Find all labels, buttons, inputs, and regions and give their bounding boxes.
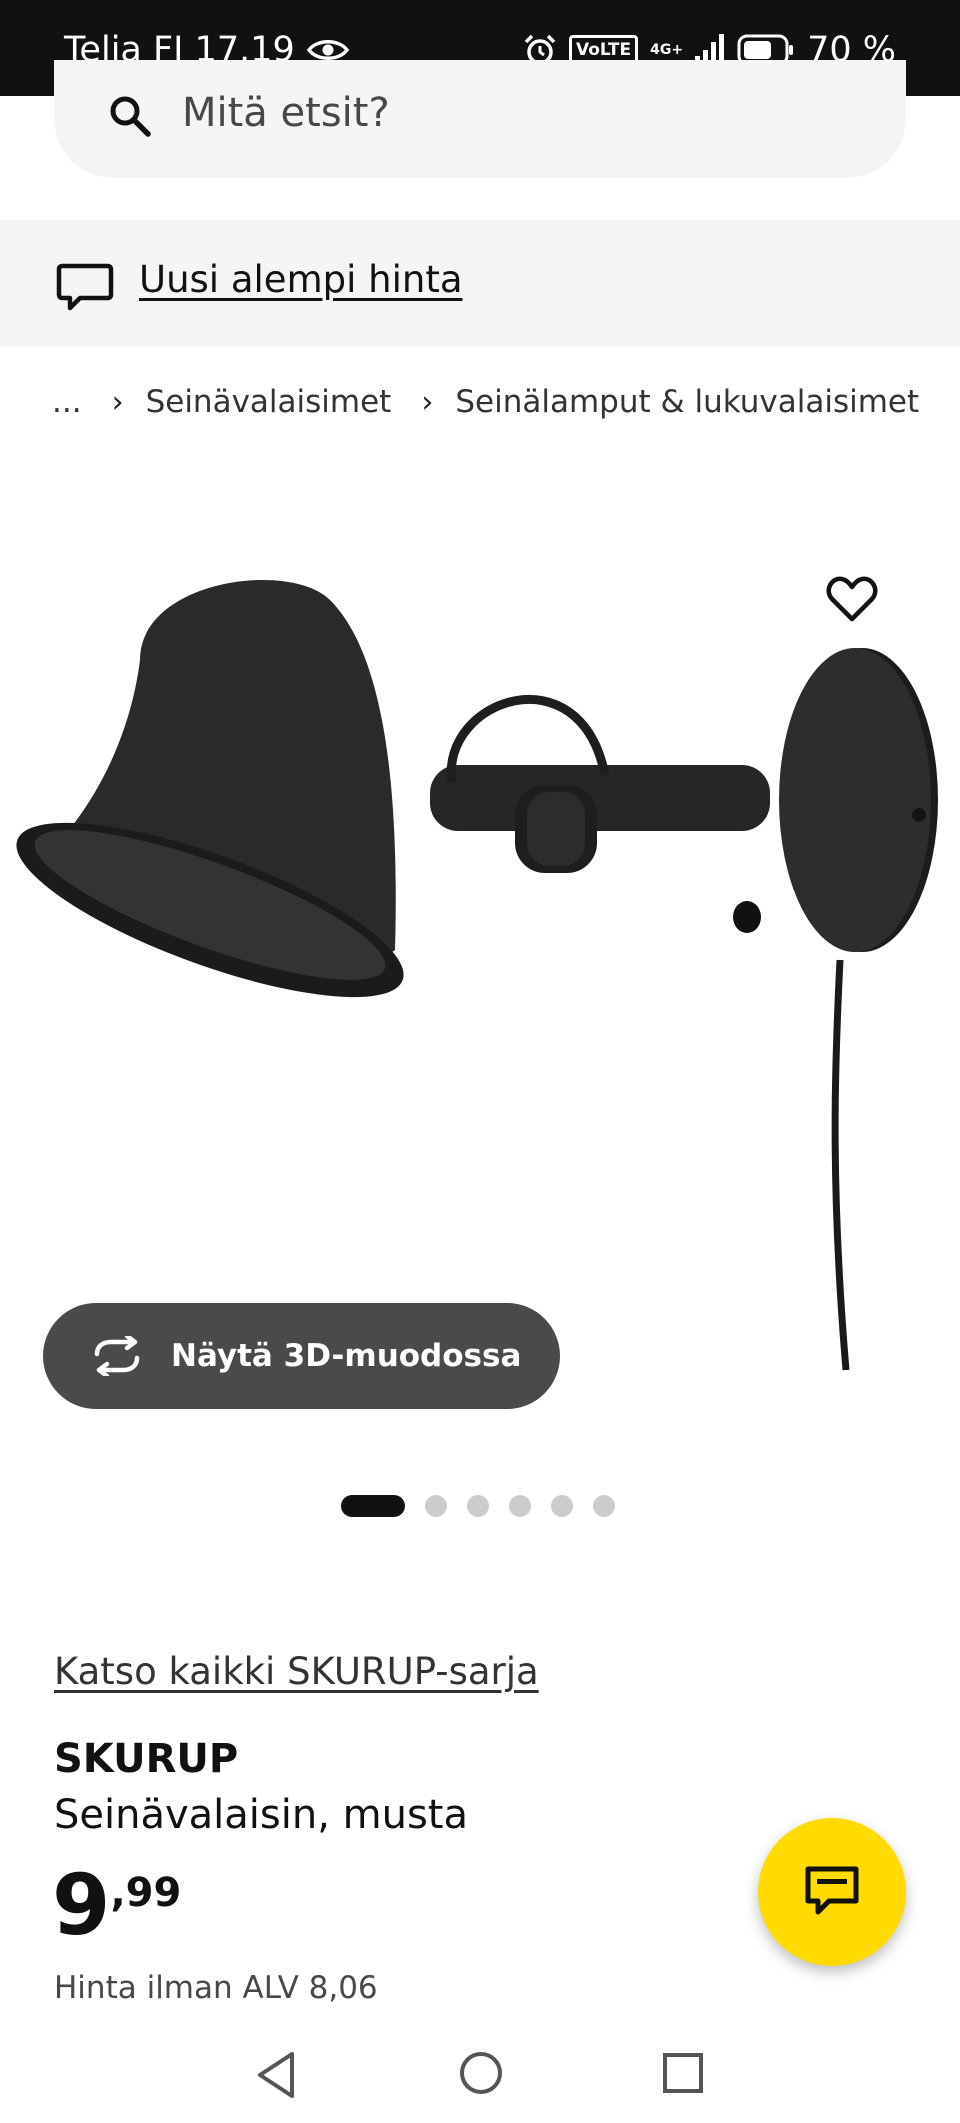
- chevron-right-icon: ›: [111, 384, 124, 420]
- home-icon[interactable]: [458, 2050, 504, 2096]
- price-without-vat: Hinta ilman ALV 8,06: [54, 1970, 378, 2006]
- speech-bubble-icon: [56, 263, 114, 311]
- carousel-dot[interactable]: [593, 1495, 615, 1517]
- price-integer: 9: [52, 1856, 111, 1954]
- breadcrumb: ... › Seinävalaisimet › Seinälamput & lu…: [52, 384, 919, 420]
- chat-icon: [805, 1866, 859, 1915]
- carousel-dot[interactable]: [509, 1495, 531, 1517]
- recent-apps-icon[interactable]: [662, 2052, 704, 2094]
- product-image[interactable]: [0, 470, 960, 1410]
- search-input[interactable]: Mitä etsit?: [54, 60, 906, 178]
- carousel-dot-active[interactable]: [341, 1495, 405, 1517]
- new-lower-price-link[interactable]: Uusi alempi hinta: [139, 258, 463, 301]
- view-3d-button[interactable]: Näytä 3D-muodossa: [43, 1303, 560, 1409]
- series-link[interactable]: Katso kaikki SKURUP-sarja: [54, 1650, 539, 1693]
- chat-button[interactable]: [758, 1818, 906, 1966]
- view-3d-label: Näytä 3D-muodossa: [171, 1338, 522, 1374]
- breadcrumb-item-wall-lights[interactable]: Seinävalaisimet: [146, 384, 392, 420]
- heart-icon[interactable]: [826, 575, 878, 623]
- back-icon[interactable]: [254, 2050, 298, 2100]
- product-name: SKURUP: [54, 1736, 239, 1782]
- carousel-indicator: [341, 1495, 615, 1517]
- chevron-right-icon: ›: [421, 384, 434, 420]
- price-decimal: ,99: [110, 1870, 182, 1916]
- system-nav-bar: [0, 2030, 960, 2123]
- carousel-dot[interactable]: [551, 1495, 573, 1517]
- search-placeholder: Mitä etsit?: [182, 90, 390, 136]
- carousel-dot[interactable]: [467, 1495, 489, 1517]
- product-price: 9 ,99: [52, 1860, 181, 1950]
- product-description: Seinävalaisin, musta: [54, 1792, 468, 1838]
- price-banner: Uusi alempi hinta: [0, 220, 960, 347]
- carousel-dot[interactable]: [425, 1495, 447, 1517]
- breadcrumb-item-wall-lamps[interactable]: Seinälamput & lukuvalaisimet: [455, 384, 919, 420]
- network-type: 4G+: [650, 42, 684, 58]
- breadcrumb-ellipsis[interactable]: ...: [52, 384, 82, 420]
- rotate-3d-icon: [94, 1336, 140, 1376]
- search-icon: [110, 96, 151, 137]
